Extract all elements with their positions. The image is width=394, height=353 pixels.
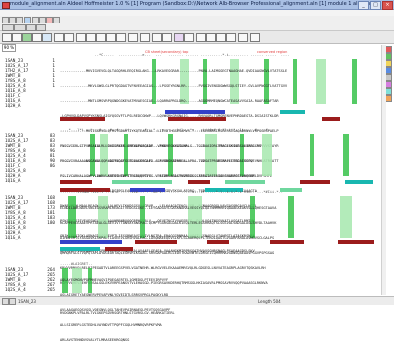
slide-tool-icon[interactable] [42, 33, 52, 42]
helix-bar [300, 180, 330, 184]
ruler-icon[interactable] [140, 33, 150, 42]
label-icon[interactable] [184, 33, 194, 42]
size-select-icon[interactable] [14, 24, 26, 31]
ruler: .....#LAIGRET.. [60, 262, 93, 266]
sequence-name[interactable]: 1Q1G_A [5, 236, 28, 241]
sequence-row[interactable]: QMHQRFGLSTVQPQTAPLAYDGEARTAQLEGRVRLKSAAG… [60, 251, 276, 256]
app-icon [2, 2, 10, 9]
sequence-row[interactable]: ELNDILDWLNAVLVNLEGSVRAMLREAGLTVEDGSLQKE-… [60, 206, 276, 211]
sequence-row[interactable]: ------------MKVIGVEVGLQLTAGQRHLEEQIRGLAK… [60, 69, 287, 74]
red-marker-icon[interactable] [385, 46, 392, 53]
zoom-field[interactable]: 90 % [2, 44, 16, 52]
box-shade-icon[interactable] [152, 33, 162, 42]
ruler: ........iTKNKP.iii.l*...#.K*.....ii#...*… [60, 190, 283, 194]
mode-select-icon[interactable] [36, 24, 46, 31]
shade-mode-icon[interactable] [76, 33, 86, 42]
ruler: ..*C..... ...........e... ... ....... ..… [60, 53, 290, 57]
minimize-button[interactable]: _ [358, 1, 369, 10]
start-position: 1 [52, 84, 55, 89]
sequence-name[interactable]: 1Q1G_A [5, 179, 28, 184]
sequence-name[interactable]: 1Q2H_A [5, 104, 28, 109]
find-icon[interactable] [238, 33, 248, 42]
start-position: 180 [47, 221, 55, 226]
arrow-right-icon[interactable] [206, 33, 216, 42]
ruler: ....*...l*i...*...#....#..#...ii.. ...#.… [60, 128, 270, 132]
turn-bar [280, 110, 305, 114]
alignment-block-1: ..*C..... ...........e... ... ....... ..… [0, 53, 385, 178]
strand-bar [60, 240, 122, 244]
helix-bar [207, 240, 229, 244]
color-tool-icon[interactable] [22, 33, 32, 42]
maximize-button[interactable]: □ [370, 1, 381, 10]
title-bar: module_alignment.aln Aldeel Hoffmeister … [0, 0, 394, 10]
toolbar-alignment [0, 31, 394, 44]
orange-marker-icon[interactable] [385, 95, 392, 102]
cyan-marker-icon[interactable] [385, 88, 392, 95]
yellow-marker-icon[interactable] [385, 60, 392, 67]
sequence-row[interactable]: AVLAAGAEGQSVGSLVQEGNVLQGLTAHEVPAIRNAEGLP… [60, 308, 170, 313]
window-title: module_alignment.aln Aldeel Hoffmeister … [10, 1, 381, 7]
export-icon[interactable] [250, 33, 260, 42]
turn-bar [345, 180, 373, 184]
start-position: 86 [49, 164, 55, 169]
fill-icon[interactable] [162, 33, 172, 42]
structure-icon[interactable] [116, 33, 126, 42]
font-select-icon[interactable] [2, 24, 14, 31]
green-marker-icon[interactable] [385, 53, 392, 60]
sequence-row[interactable]: RLAPPEVLEAAEVPRTAEALGLAEVIVTTANVAYANSPAG… [60, 221, 276, 226]
alignment-block-4: .....#LAIGRET.. 1SAN_23 1U2S_A_17 1WMT_B… [0, 262, 385, 342]
helix-bar [168, 117, 226, 121]
view-select-icon[interactable] [26, 24, 36, 31]
helix-bar [105, 247, 133, 251]
helix-bar [270, 240, 304, 244]
sequence-name[interactable]: 1Q2S_A_4 [5, 288, 28, 293]
sequence-row[interactable]: -------------MNTLGMSVRPQGNDGGKEVATMVAESG… [60, 99, 287, 104]
sequence-row[interactable]: AQLAYEGMGNVPDFMNEVAGVIPQEGAERTEL1GMEDGLP… [60, 278, 170, 283]
strand-bar [225, 180, 265, 184]
frame-icon[interactable] [128, 33, 138, 42]
toolbar-main [0, 16, 394, 24]
status-sequence: 1SAN_23 [18, 299, 36, 304]
sequence-row[interactable]: ALLSIGREPLGSTEDHLVAYNDVTTPQPFCGQLHVMNRQV… [60, 323, 170, 328]
identity-icon[interactable] [96, 33, 106, 42]
purple-marker-icon[interactable] [385, 81, 392, 88]
consensus-icon[interactable] [86, 33, 96, 42]
strand-bar [165, 110, 225, 114]
sequence-row[interactable]: PNEGVIERLSTPVASALALRLLDLALAAAG-ASKNIPAAQ… [60, 144, 261, 149]
sequence-row[interactable]: PRGGVIVRAAAALGGAVALQQRLAAVVGGTGLTLVALEGG… [60, 159, 261, 164]
gap-delete-icon[interactable] [64, 33, 74, 42]
strand-bar [112, 180, 172, 184]
status-length: Length 504 [258, 299, 281, 304]
close-button[interactable]: × [382, 1, 393, 10]
helix-bar [60, 180, 92, 184]
toolbar-secondary [0, 23, 394, 31]
edit-tool-icon[interactable] [12, 33, 22, 42]
sequence-row[interactable]: PSLIVCARHALAGWPVLVWRVLAGESTLGWETTGLSLVVG… [60, 174, 261, 179]
alignment-block-3: ........iTKNKP.iii.l*...#.K*.....ii#...*… [0, 190, 385, 315]
helix-bar [60, 117, 105, 121]
select-tool-icon[interactable] [2, 33, 12, 42]
grey-marker-icon[interactable] [385, 74, 392, 81]
helix-bar [135, 240, 177, 244]
helix-bar [188, 180, 210, 184]
pen-tool-icon[interactable] [32, 33, 42, 42]
helix-bar [322, 117, 340, 121]
start-position: 265 [47, 288, 55, 293]
gap-insert-icon[interactable] [54, 33, 64, 42]
sequence-row[interactable]: -------------MKVLGWSLGLPRTQGDAGTVFNVEEAG… [60, 84, 287, 89]
zoom-out-icon[interactable] [226, 33, 236, 42]
similarity-icon[interactable] [106, 33, 116, 42]
blue-marker-icon[interactable] [385, 67, 392, 74]
arrow-left-icon[interactable] [196, 33, 206, 42]
zoom-in-icon[interactable] [216, 33, 226, 42]
mark-icon[interactable] [174, 33, 184, 42]
turn-bar [60, 247, 100, 251]
sequence-row[interactable]: ARLAVSTEHNDVSVALYTLMRASEEKRGQNSG [60, 338, 170, 343]
helix-bar [338, 240, 374, 244]
